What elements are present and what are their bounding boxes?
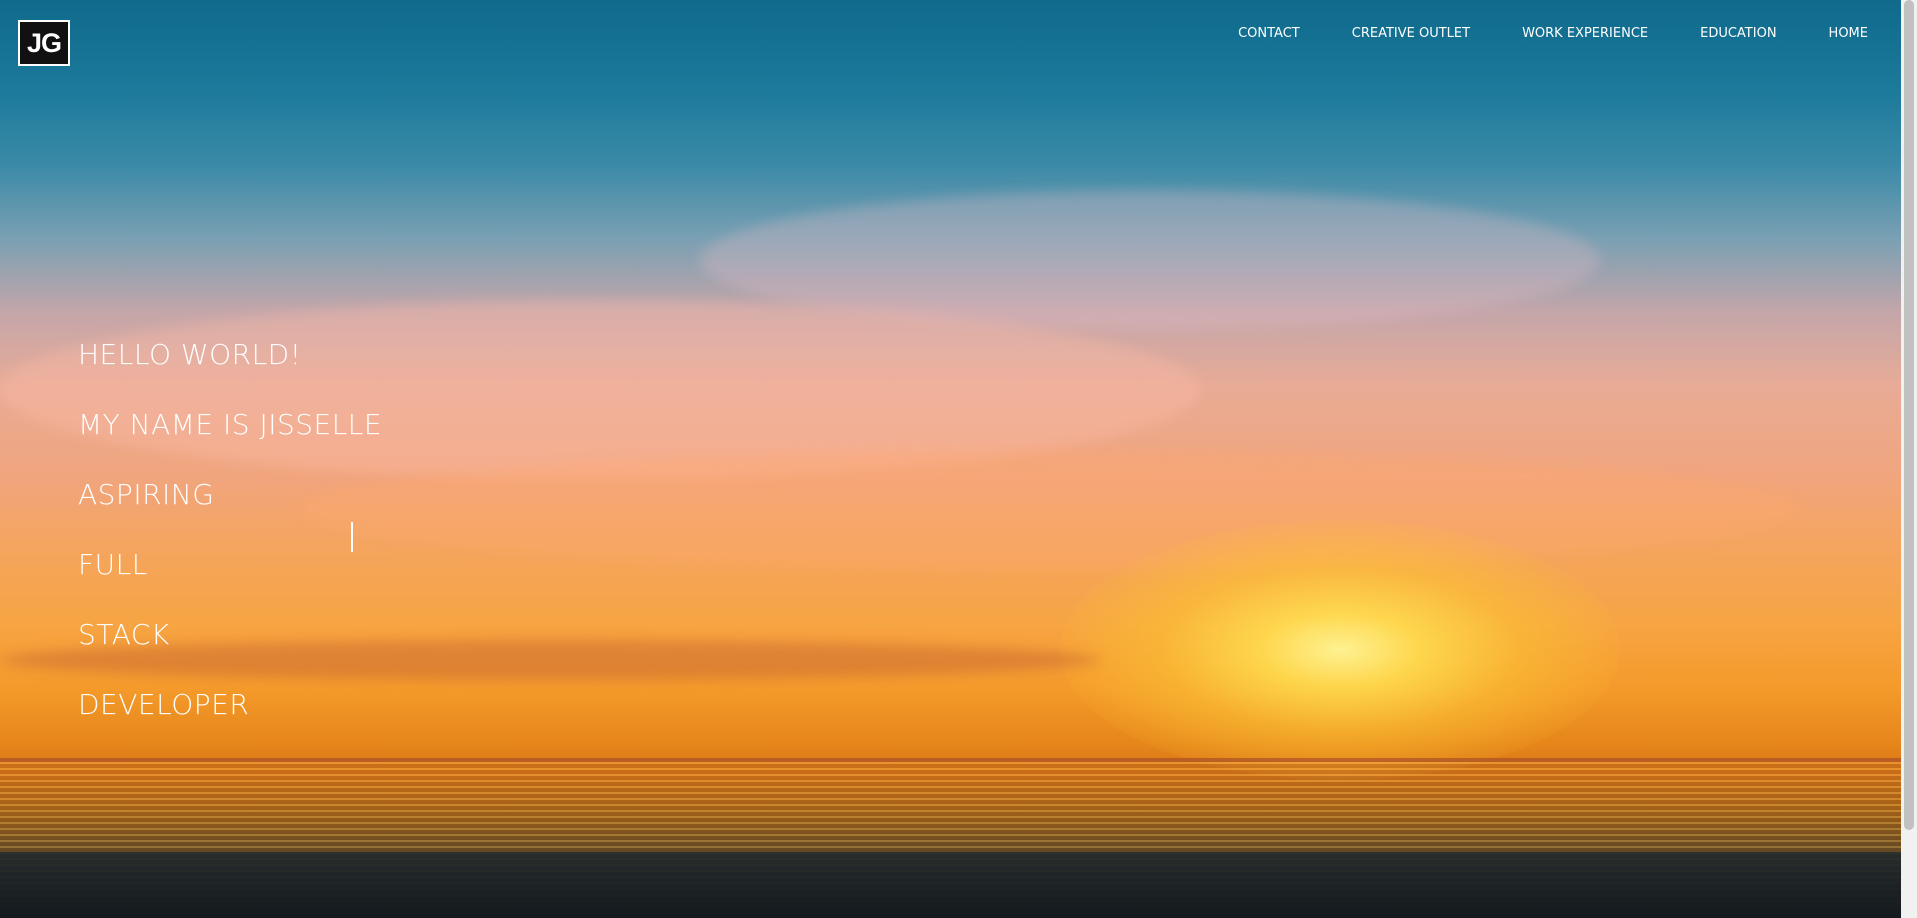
cloud [300, 450, 1800, 570]
intro-word-stack: STACK [78, 618, 170, 651]
intro-word-aspiring: ASPIRING [78, 478, 215, 511]
sun-glow [1060, 520, 1620, 780]
scrollbar-thumb[interactable] [1904, 0, 1914, 830]
page: JG CONTACT CREATIVE OUTLET WORK EXPERIEN… [0, 0, 1917, 918]
intro-word-developer: DEVELOPER [78, 688, 250, 721]
intro-word-full: FULL [78, 548, 148, 581]
wave [0, 852, 1901, 918]
logo-link[interactable]: JG [18, 20, 70, 66]
intro-greeting: HELLO WORLD! [78, 338, 302, 371]
main-nav: CONTACT CREATIVE OUTLET WORK EXPERIENCE … [1186, 26, 1868, 41]
nav-work-experience[interactable]: WORK EXPERIENCE [1522, 26, 1648, 41]
intro-name: MY NAME IS JISSELLE [78, 408, 383, 441]
nav-contact[interactable]: CONTACT [1238, 26, 1300, 41]
nav-creative-outlet[interactable]: CREATIVE OUTLET [1352, 26, 1470, 41]
nav-education[interactable]: EDUCATION [1700, 26, 1776, 41]
nav-home[interactable]: HOME [1829, 26, 1868, 41]
intro-text: HELLO WORLD! MY NAME IS JISSELLE ASPIRIN… [78, 340, 382, 760]
typing-cursor [351, 522, 353, 552]
